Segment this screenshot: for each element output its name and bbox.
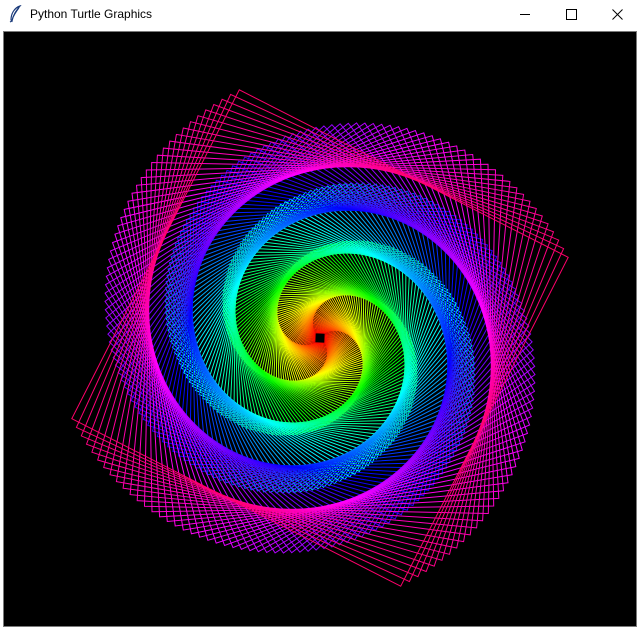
spiral-square — [186, 204, 454, 472]
spiral-square — [103, 121, 537, 555]
spiral-square — [174, 192, 466, 484]
spiral-square — [274, 292, 366, 384]
spiral-square — [230, 248, 410, 428]
spiral-square — [108, 126, 532, 550]
spiral-drawing — [71, 89, 569, 587]
spiral-square — [226, 244, 414, 432]
spiral-square — [104, 122, 536, 554]
spiral-square — [229, 247, 411, 429]
close-icon — [611, 9, 623, 20]
spiral-square — [222, 240, 418, 436]
spiral-square — [145, 163, 495, 513]
spiral-square — [108, 126, 532, 550]
window-bottom-edge — [0, 627, 640, 631]
spiral-square — [222, 240, 418, 436]
spiral-square — [173, 191, 467, 485]
spiral-square — [222, 240, 418, 436]
spiral-square — [126, 144, 514, 532]
feather-icon — [8, 4, 24, 23]
spiral-square — [223, 241, 417, 435]
spiral-square — [222, 240, 418, 436]
spiral-square — [177, 195, 463, 481]
spiral-square — [250, 268, 390, 408]
spiral-square — [104, 122, 536, 554]
maximize-button[interactable] — [548, 0, 594, 29]
spiral-square — [180, 198, 460, 478]
spiral-square — [223, 241, 417, 435]
title-bar[interactable]: Python Turtle Graphics — [0, 0, 640, 29]
spiral-square — [229, 247, 411, 429]
spiral-square — [189, 207, 451, 469]
maximize-icon — [565, 9, 577, 20]
close-button[interactable] — [594, 0, 640, 29]
spiral-square — [222, 240, 418, 436]
spiral-square — [183, 201, 457, 475]
spiral-square — [222, 240, 418, 436]
spiral-square — [226, 244, 414, 432]
spiral-square — [222, 240, 418, 436]
spiral-squares — [71, 89, 569, 587]
window-title: Python Turtle Graphics — [30, 7, 153, 21]
turtle-canvas[interactable] — [3, 31, 637, 627]
spiral-square — [277, 295, 363, 381]
spiral-square — [232, 250, 408, 426]
spiral-square — [314, 332, 326, 344]
spiral-square — [177, 195, 463, 481]
minimize-button[interactable] — [502, 0, 548, 29]
turtle-window: Python Turtle Graphics — [0, 0, 640, 631]
minimize-icon — [519, 9, 531, 20]
